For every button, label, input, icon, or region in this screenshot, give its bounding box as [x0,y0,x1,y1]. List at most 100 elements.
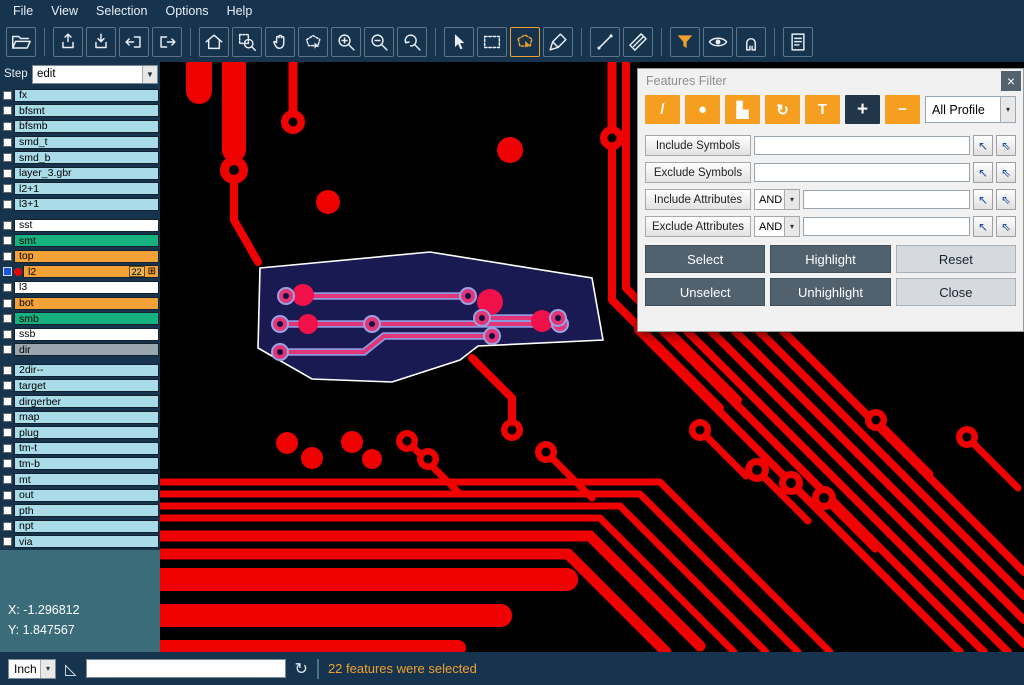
exclude-symbols-pick-single-button[interactable]: ↖ [973,162,993,183]
menu-selection[interactable]: Selection [87,4,156,18]
layer-chip[interactable]: fx [14,89,159,102]
layer-row-bot[interactable]: bot [1,296,159,311]
layer-row-l2[interactable]: l222⊞ [1,265,159,280]
layer-chip[interactable]: tm-b [14,457,159,470]
layer-visibility-checkbox[interactable] [3,200,12,209]
command-input[interactable] [86,659,286,678]
profile-select[interactable]: All Profile▾ [925,96,1016,123]
layer-row-smb[interactable]: smb [1,311,159,326]
layer-visibility-checkbox[interactable] [3,184,12,193]
zoom-in-button[interactable] [331,27,361,57]
layer-chip[interactable]: target [14,379,159,392]
step-select[interactable]: edit ▼ [32,65,158,84]
layer-row-top[interactable]: top [1,249,159,264]
layer-row-sst[interactable]: sst [1,218,159,233]
layer-visibility-checkbox[interactable] [3,106,12,115]
layer-chip[interactable]: l3 [14,281,159,294]
layer-visibility-checkbox[interactable] [3,252,12,261]
layer-row-dirgerber[interactable]: dirgerber [1,394,159,409]
layer-row-layer_3.gbr[interactable]: layer_3.gbr [1,166,159,181]
layer-visibility-checkbox[interactable] [3,91,12,100]
layer-row-smt[interactable]: smt [1,233,159,248]
menu-file[interactable]: File [4,4,42,18]
zoom-area-button[interactable] [232,27,262,57]
layer-visibility-checkbox[interactable] [3,381,12,390]
layer-row-map[interactable]: map [1,410,159,425]
exclude-attributes-pick-single-button[interactable]: ↖ [973,216,993,237]
layer-row-bfsmb[interactable]: bfsmb [1,119,159,134]
close-icon[interactable]: × [1001,71,1021,91]
include-symbols-button[interactable]: Include Symbols [645,135,751,156]
layer-chip[interactable]: smb [14,312,159,325]
unit-select[interactable]: Inch ▾ [8,659,56,679]
layer-visibility-checkbox[interactable] [3,299,12,308]
layer-row-l2+1[interactable]: l2+1 [1,182,159,197]
chevron-down-icon[interactable]: ▾ [784,190,799,209]
features-filter-button[interactable] [670,27,700,57]
layer-chip[interactable]: tm-t [14,442,159,455]
layer-row-npt[interactable]: npt [1,519,159,534]
layer-row-smd_t[interactable]: smd_t [1,135,159,150]
layer-row-smd_b[interactable]: smd_b [1,150,159,165]
tool-pad-button[interactable]: ● [685,95,720,124]
import-down-button[interactable] [86,27,116,57]
layer-chip[interactable]: npt [14,520,159,533]
lasso-select-button[interactable] [298,27,328,57]
snap-magnet-button[interactable] [736,27,766,57]
layer-chip[interactable]: bot [14,297,159,310]
unhighlight-button[interactable]: Unhighlight [770,278,890,306]
layer-visibility-checkbox[interactable] [3,122,12,131]
layer-visibility-checkbox[interactable] [3,366,12,375]
layer-row-tm-t[interactable]: tm-t [1,441,159,456]
layer-chip[interactable]: plug [14,426,159,439]
layer-visibility-checkbox[interactable] [3,267,12,276]
layer-chip[interactable]: ssb [14,328,159,341]
menu-help[interactable]: Help [218,4,262,18]
layer-visibility-checkbox[interactable] [3,236,12,245]
layer-row-bfsmt[interactable]: bfsmt [1,104,159,119]
zoom-reset-button[interactable] [397,27,427,57]
chevron-down-icon[interactable]: ▾ [784,217,799,236]
layer-visibility-checkbox[interactable] [3,153,12,162]
layer-chip[interactable]: l222⊞ [23,265,159,278]
include-attributes-pick-multi-button[interactable]: ⇖ [996,189,1016,210]
include-attributes-button[interactable]: Include Attributes [645,189,751,210]
layer-row-pth[interactable]: pth [1,503,159,518]
menu-view[interactable]: View [42,4,87,18]
zoom-out-button[interactable] [364,27,394,57]
layer-visibility-checkbox[interactable] [3,444,12,453]
layer-row-l3+1[interactable]: l3+1 [1,197,159,212]
exclude-attributes-pick-multi-button[interactable]: ⇖ [996,216,1016,237]
chevron-down-icon[interactable]: ▾ [40,660,55,678]
layer-chip[interactable]: smd_b [14,151,159,164]
layer-chip[interactable]: layer_3.gbr [14,167,159,180]
layer-row-2dir--[interactable]: 2dir-- [1,363,159,378]
layer-row-via[interactable]: via [1,535,159,550]
layer-visibility-checkbox[interactable] [3,330,12,339]
exclude-symbols-button[interactable]: Exclude Symbols [645,162,751,183]
import-left-button[interactable] [119,27,149,57]
layer-visibility-checkbox[interactable] [3,522,12,531]
layer-row-ssb[interactable]: ssb [1,327,159,342]
layer-chip[interactable]: map [14,411,159,424]
layer-chip[interactable]: 2dir-- [14,364,159,377]
layer-visibility-checkbox[interactable] [3,138,12,147]
report-list-button[interactable] [783,27,813,57]
exclude-attributes-input[interactable] [803,217,970,236]
poly-select-button[interactable] [510,27,540,57]
and-operator-select[interactable]: AND▾ [754,216,800,237]
reset-button[interactable]: Reset [896,245,1016,273]
layer-visibility-checkbox[interactable] [3,397,12,406]
layer-chip[interactable]: bfsmt [14,104,159,117]
protractor-icon[interactable]: ◺ [65,660,77,678]
include-attributes-input[interactable] [803,190,970,209]
layer-visibility-checkbox[interactable] [3,428,12,437]
layer-chip[interactable]: smt [14,234,159,247]
select-cursor-button[interactable] [444,27,474,57]
layer-visibility-checkbox[interactable] [3,506,12,515]
add-filter-button[interactable]: + [845,95,880,124]
layer-chip[interactable]: l2+1 [14,182,159,195]
layer-chip[interactable]: pth [14,504,159,517]
layer-visibility-checkbox[interactable] [3,537,12,546]
layer-row-dir[interactable]: dir [1,343,159,358]
